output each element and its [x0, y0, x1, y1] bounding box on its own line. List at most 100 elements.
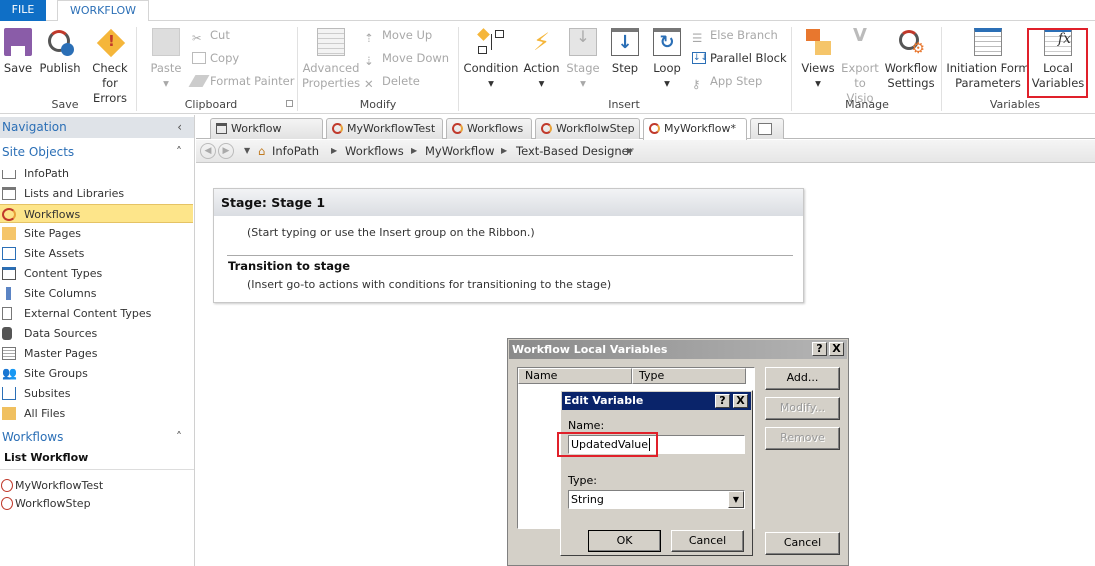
step-button[interactable]: ↓ Step: [607, 28, 643, 76]
forward-button[interactable]: ▶: [218, 143, 234, 159]
users-icon: 👥: [2, 366, 17, 380]
transition-hint[interactable]: (Insert go-to actions with conditions fo…: [247, 278, 611, 291]
dialog-title-bar: Edit Variable ? X: [562, 392, 751, 410]
chevron-down-icon[interactable]: ▼: [728, 491, 744, 508]
copy-button[interactable]: Copy: [192, 49, 239, 67]
export-to-visio-button[interactable]: V Export to Visio: [840, 27, 880, 106]
else-branch-button[interactable]: ☰ Else Branch: [692, 26, 778, 45]
chevron-right-icon[interactable]: ▶: [331, 140, 337, 162]
initiation-form-parameters-button[interactable]: Initiation Form Parameters: [945, 28, 1031, 91]
breadcrumb-item[interactable]: InfoPath: [272, 140, 319, 162]
stage-title[interactable]: Stage: Stage 1: [214, 189, 803, 216]
breadcrumb-item[interactable]: MyWorkflow: [425, 140, 495, 162]
chevron-right-icon[interactable]: ▶: [411, 140, 417, 162]
cancel-button[interactable]: Cancel: [671, 530, 744, 552]
nav-item-master-pages[interactable]: Master Pages: [0, 344, 193, 363]
remove-button[interactable]: Remove: [765, 427, 840, 450]
type-label: Type:: [568, 474, 597, 487]
collapse-left-icon[interactable]: ‹: [177, 117, 182, 138]
nav-item-site-assets[interactable]: Site Assets: [0, 244, 193, 263]
views-button[interactable]: Views ▾: [797, 28, 839, 91]
nav-item-content-types[interactable]: Content Types: [0, 264, 193, 283]
ribbon-tab-row: [0, 0, 1095, 21]
check-for-errors-button[interactable]: ! Check for Errors: [84, 28, 136, 106]
type-select[interactable]: String ▼: [568, 490, 745, 509]
nav-item-all-files[interactable]: All Files: [0, 404, 193, 423]
navigation-header: Navigation ‹: [0, 117, 194, 138]
new-tab-button[interactable]: [750, 118, 784, 139]
group-label-clipboard: Clipboard: [184, 98, 238, 111]
dialog-launcher-icon[interactable]: [286, 100, 293, 107]
condition-button[interactable]: Condition ▾: [462, 28, 520, 91]
chevron-up-icon[interactable]: ˄: [176, 142, 182, 162]
home-icon: ⌂: [258, 144, 266, 158]
paste-button[interactable]: Paste ▾: [148, 28, 184, 91]
workflow-settings-button[interactable]: ⚙ Workflow Settings: [882, 28, 940, 91]
cut-button[interactable]: ✂ Cut: [192, 26, 230, 45]
close-button[interactable]: X: [829, 342, 844, 356]
advanced-properties-button[interactable]: Advanced Properties: [300, 28, 362, 91]
publish-button[interactable]: Publish: [38, 28, 82, 76]
breadcrumb-item[interactable]: Text-Based Designer: [516, 140, 633, 162]
cancel-button[interactable]: Cancel: [765, 532, 840, 555]
properties-icon: [317, 28, 345, 56]
nav-item-lists-and-libraries[interactable]: Lists and Libraries: [0, 184, 193, 203]
save-button[interactable]: Save: [2, 28, 34, 76]
nav-item-workflows[interactable]: Workflows: [0, 204, 193, 223]
breadcrumb-item[interactable]: Workflows: [345, 140, 404, 162]
workflow-item[interactable]: WorkflowStep: [0, 494, 193, 513]
move-down-button[interactable]: ⇣ Move Down: [364, 49, 449, 68]
content-types-icon: [2, 267, 16, 280]
tab-myworkflowtest[interactable]: MyWorkflowTest: [326, 118, 443, 139]
parallel-block-button[interactable]: ↓↓ Parallel Block: [692, 49, 787, 67]
workflow-icon: [2, 208, 16, 221]
tab-myworkflow[interactable]: MyWorkflow*: [643, 118, 747, 140]
file-tab[interactable]: FILE: [0, 0, 46, 21]
ok-button[interactable]: OK: [588, 530, 661, 552]
highlight-callout: [1027, 28, 1088, 98]
stage-hint[interactable]: (Start typing or use the Insert group on…: [247, 226, 535, 239]
home-icon: [2, 170, 16, 179]
app-step-button[interactable]: ⚷ App Step: [692, 72, 762, 91]
chevron-right-icon[interactable]: ▶: [501, 140, 507, 162]
delete-button[interactable]: ✕ Delete: [364, 72, 420, 91]
views-icon: [804, 28, 832, 56]
format-painter-button[interactable]: Format Painter: [188, 72, 294, 90]
nav-item-site-columns[interactable]: Site Columns: [0, 284, 193, 303]
column-header-name[interactable]: Name: [518, 368, 632, 384]
chevron-right-icon[interactable]: ▶: [627, 140, 633, 162]
loop-button[interactable]: ↻ Loop ▾: [648, 28, 686, 91]
nav-item-site-pages[interactable]: Site Pages: [0, 224, 193, 243]
group-label-modify: Modify: [359, 98, 397, 111]
divider: [941, 27, 942, 111]
highlight-callout: [557, 432, 658, 457]
parallel-block-icon: ↓↓: [692, 52, 709, 64]
move-up-button[interactable]: ⇡ Move Up: [364, 26, 432, 45]
nav-item-external-content-types[interactable]: External Content Types: [0, 304, 193, 323]
form-parameters-icon: [974, 28, 1002, 56]
nav-item-site-groups[interactable]: 👥 Site Groups: [0, 364, 193, 383]
nav-item-data-sources[interactable]: Data Sources: [0, 324, 193, 343]
column-icon: [6, 287, 11, 300]
nav-item-infopath[interactable]: InfoPath: [0, 164, 193, 183]
nav-item-subsites[interactable]: Subsites: [0, 384, 193, 403]
assets-icon: [2, 247, 16, 260]
stage-button[interactable]: ↓ Stage ▾: [565, 28, 601, 91]
tab-workflowstep[interactable]: WorkflolwStep: [535, 118, 640, 139]
workflow-tab[interactable]: WORKFLOW: [57, 0, 149, 22]
help-button[interactable]: ?: [715, 394, 730, 408]
close-button[interactable]: X: [733, 394, 748, 408]
tab-workflow-history[interactable]: Workflow History: [210, 118, 323, 154]
help-button[interactable]: ?: [812, 342, 827, 356]
chevron-up-icon[interactable]: ˄: [176, 427, 182, 447]
modify-button[interactable]: Modify...: [765, 397, 840, 420]
tab-workflows[interactable]: Workflows: [446, 118, 532, 139]
history-dropdown-icon[interactable]: ▼: [244, 140, 250, 162]
workflows-header[interactable]: Workflows ˄: [0, 427, 194, 447]
back-button[interactable]: ◀: [200, 143, 216, 159]
site-objects-header[interactable]: Site Objects ˄: [0, 142, 194, 162]
column-header-type[interactable]: Type: [632, 368, 746, 384]
add-button[interactable]: Add...: [765, 367, 840, 390]
action-button[interactable]: ⚡ Action ▾: [521, 28, 562, 91]
workflow-item[interactable]: MyWorkflowTest: [0, 476, 193, 495]
